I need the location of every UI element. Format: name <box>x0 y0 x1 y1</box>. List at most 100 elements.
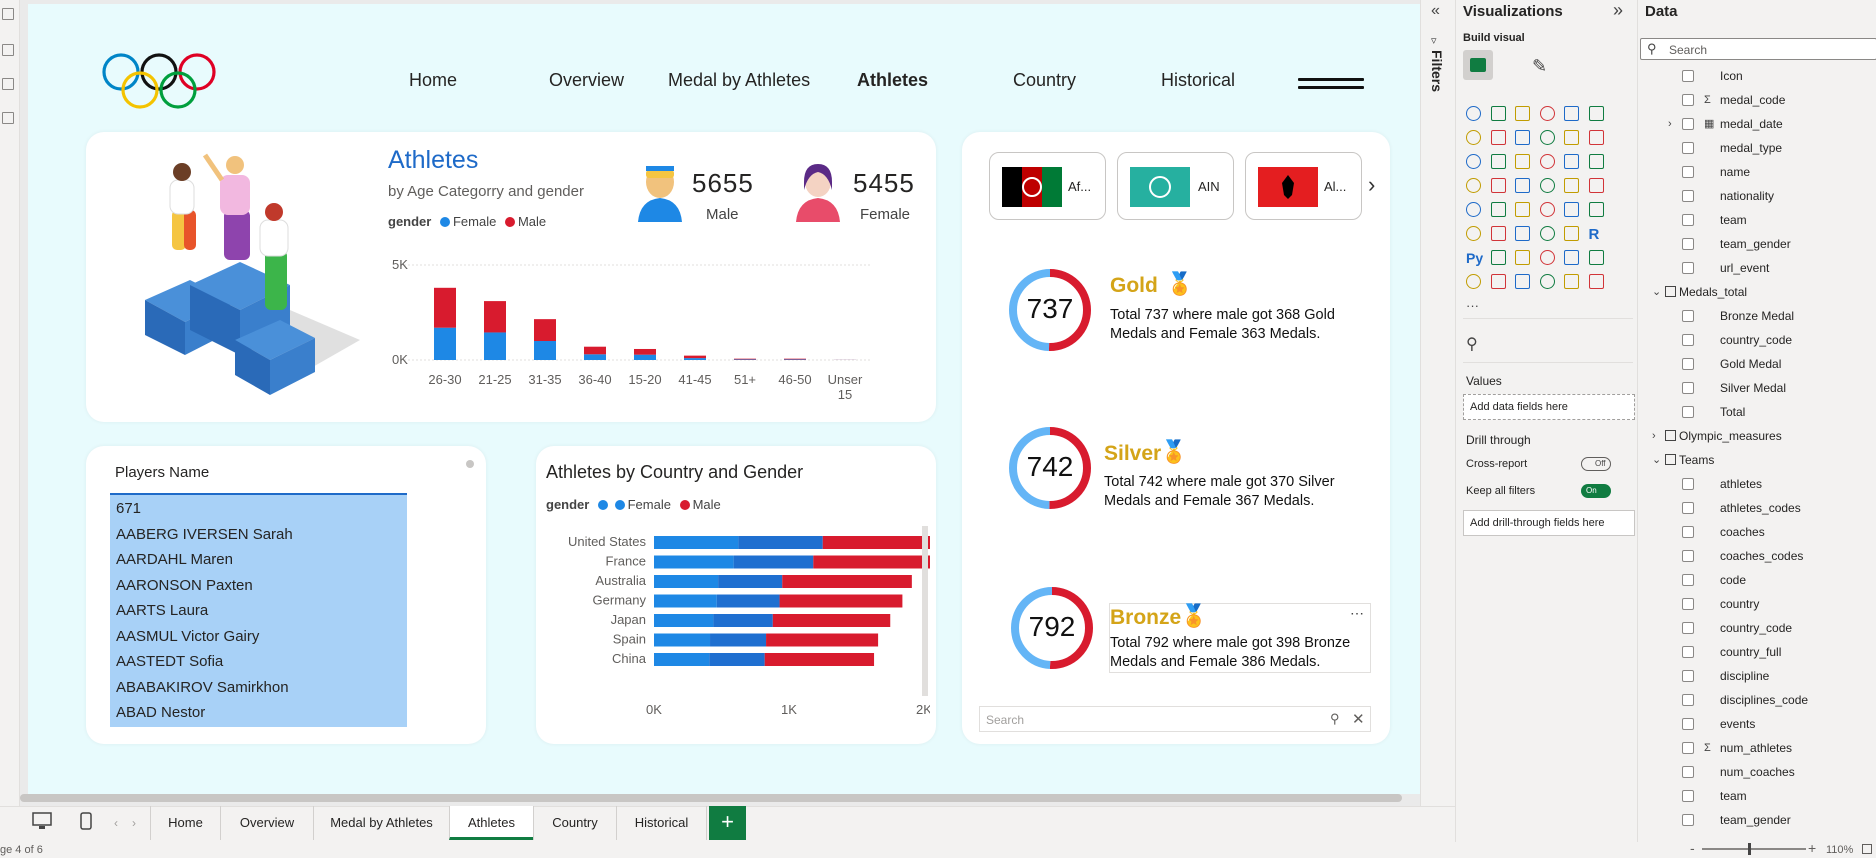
field-item[interactable]: Total <box>1638 400 1876 424</box>
list-item[interactable]: AARONSON Paxten <box>112 573 407 598</box>
page-tab-country[interactable]: Country <box>533 806 616 840</box>
country-bar-female[interactable] <box>713 614 773 627</box>
country-search-box[interactable]: Search ⚲ ✕ <box>979 706 1371 732</box>
visual-type-icon[interactable] <box>1564 130 1579 145</box>
field-item[interactable]: Silver Medal <box>1638 376 1876 400</box>
visual-type-icon[interactable] <box>1539 250 1555 265</box>
dax-query-icon[interactable] <box>2 112 14 124</box>
age-bar-male[interactable] <box>534 319 556 341</box>
zoom-slider[interactable] <box>1702 848 1806 850</box>
field-item[interactable]: url_event <box>1638 256 1876 280</box>
analytics-icon[interactable]: ⚲ <box>1466 334 1478 354</box>
country-bar-male[interactable] <box>779 594 903 608</box>
field-checkbox[interactable] <box>1682 814 1694 826</box>
field-item[interactable]: team_gender <box>1638 808 1876 832</box>
nav-home[interactable]: Home <box>409 70 457 91</box>
field-checkbox[interactable] <box>1682 718 1694 730</box>
fit-to-page-icon[interactable] <box>1862 844 1872 854</box>
field-item[interactable]: name <box>1638 160 1876 184</box>
country-bar-female[interactable] <box>710 633 767 647</box>
field-item[interactable]: disciplines_code <box>1638 688 1876 712</box>
visual-type-icon[interactable] <box>1539 106 1555 121</box>
field-item[interactable]: › ▦ medal_date <box>1638 112 1876 136</box>
add-data-fields-well[interactable]: Add data fields here <box>1463 394 1635 420</box>
field-checkbox[interactable] <box>1682 310 1694 322</box>
visual-type-icon[interactable] <box>1588 154 1604 169</box>
field-checkbox[interactable] <box>1682 118 1694 130</box>
python-visual-icon[interactable]: Py <box>1466 250 1484 268</box>
country-bar-female[interactable] <box>654 536 739 549</box>
field-checkbox[interactable] <box>1682 694 1694 706</box>
table-node[interactable]: ⌄ Medals_total <box>1638 280 1876 304</box>
field-checkbox[interactable] <box>1682 526 1694 538</box>
desktop-layout-icon[interactable] <box>32 812 52 830</box>
field-checkbox[interactable] <box>1682 70 1694 82</box>
visual-type-icon[interactable] <box>1466 130 1481 145</box>
country-bar-male[interactable] <box>766 633 879 647</box>
visual-type-icon[interactable] <box>1490 274 1506 289</box>
visual-type-icon[interactable] <box>1466 226 1481 241</box>
page-tab-athletes[interactable]: Athletes <box>449 806 533 840</box>
country-bar-female[interactable] <box>654 575 719 588</box>
country-bar-female[interactable] <box>709 653 765 666</box>
visual-type-icon[interactable] <box>1564 154 1579 169</box>
field-item[interactable]: team <box>1638 208 1876 232</box>
field-item[interactable]: athletes <box>1638 472 1876 496</box>
canvas-horizontal-scrollbar[interactable] <box>20 794 1402 802</box>
age-bar-male[interactable] <box>784 358 806 360</box>
visual-type-icon[interactable] <box>1515 130 1530 145</box>
table-view-icon[interactable] <box>2 44 14 56</box>
country-bar-female[interactable] <box>654 614 714 627</box>
field-checkbox[interactable] <box>1682 790 1694 802</box>
visual-type-icon[interactable] <box>1588 106 1604 121</box>
country-bar-male[interactable] <box>822 536 930 549</box>
field-item[interactable]: coaches_codes <box>1638 544 1876 568</box>
visual-type-icon[interactable] <box>1564 178 1579 193</box>
country-bar-female[interactable] <box>733 555 814 569</box>
field-checkbox[interactable] <box>1682 190 1694 202</box>
visual-type-icon[interactable] <box>1564 202 1579 217</box>
list-item[interactable]: 671 <box>112 496 407 521</box>
table-node[interactable]: › Olympic_measures <box>1638 424 1876 448</box>
list-item[interactable]: AARTS Laura <box>112 598 407 623</box>
field-item[interactable]: team_gender <box>1638 232 1876 256</box>
field-checkbox[interactable] <box>1682 478 1694 490</box>
list-item[interactable]: AASMUL Victor Gairy <box>112 624 407 649</box>
chevron-right-icon[interactable]: › <box>1368 172 1375 198</box>
age-bar-male[interactable] <box>584 346 606 355</box>
visual-type-icon[interactable] <box>1515 226 1530 241</box>
visual-type-icon[interactable] <box>1490 106 1506 121</box>
visual-type-icon[interactable] <box>1564 250 1579 265</box>
more-options-dot[interactable] <box>466 460 474 468</box>
field-checkbox[interactable] <box>1682 646 1694 658</box>
visual-type-icon[interactable] <box>1466 178 1481 193</box>
field-checkbox[interactable] <box>1682 94 1694 106</box>
visual-type-icon[interactable] <box>1490 178 1506 193</box>
visual-type-icon[interactable] <box>1588 202 1604 217</box>
age-bar-male[interactable] <box>734 358 756 360</box>
field-item[interactable]: country_code <box>1638 328 1876 352</box>
format-visual-icon[interactable]: ✎ <box>1532 56 1547 77</box>
country-chip-ain[interactable]: AIN <box>1117 152 1234 220</box>
add-page-button[interactable]: + <box>709 806 746 840</box>
age-bar-female[interactable] <box>584 354 606 360</box>
field-checkbox[interactable] <box>1682 598 1694 610</box>
collapse-viz-icon[interactable]: » <box>1613 0 1623 21</box>
field-checkbox[interactable] <box>1682 574 1694 586</box>
list-item[interactable]: ABABAKIROV Samirkhon <box>112 675 407 700</box>
report-view-icon[interactable] <box>2 8 14 20</box>
country-bar-female[interactable] <box>738 536 823 549</box>
field-item[interactable]: discipline <box>1638 664 1876 688</box>
country-bar-male[interactable] <box>782 575 912 588</box>
nav-country[interactable]: Country <box>1013 70 1076 91</box>
zoom-in-icon[interactable]: + <box>1808 840 1816 856</box>
tab-scroll-left-icon[interactable]: ‹ <box>114 816 118 830</box>
visual-type-icon[interactable] <box>1588 250 1604 265</box>
visual-type-icon[interactable] <box>1515 250 1530 265</box>
tab-scroll-right-icon[interactable]: › <box>132 816 136 830</box>
country-bar-female[interactable] <box>716 594 780 608</box>
field-checkbox[interactable] <box>1682 166 1694 178</box>
field-item[interactable]: code <box>1638 568 1876 592</box>
age-bar-male[interactable] <box>684 355 706 359</box>
visual-type-icon[interactable] <box>1490 250 1506 265</box>
